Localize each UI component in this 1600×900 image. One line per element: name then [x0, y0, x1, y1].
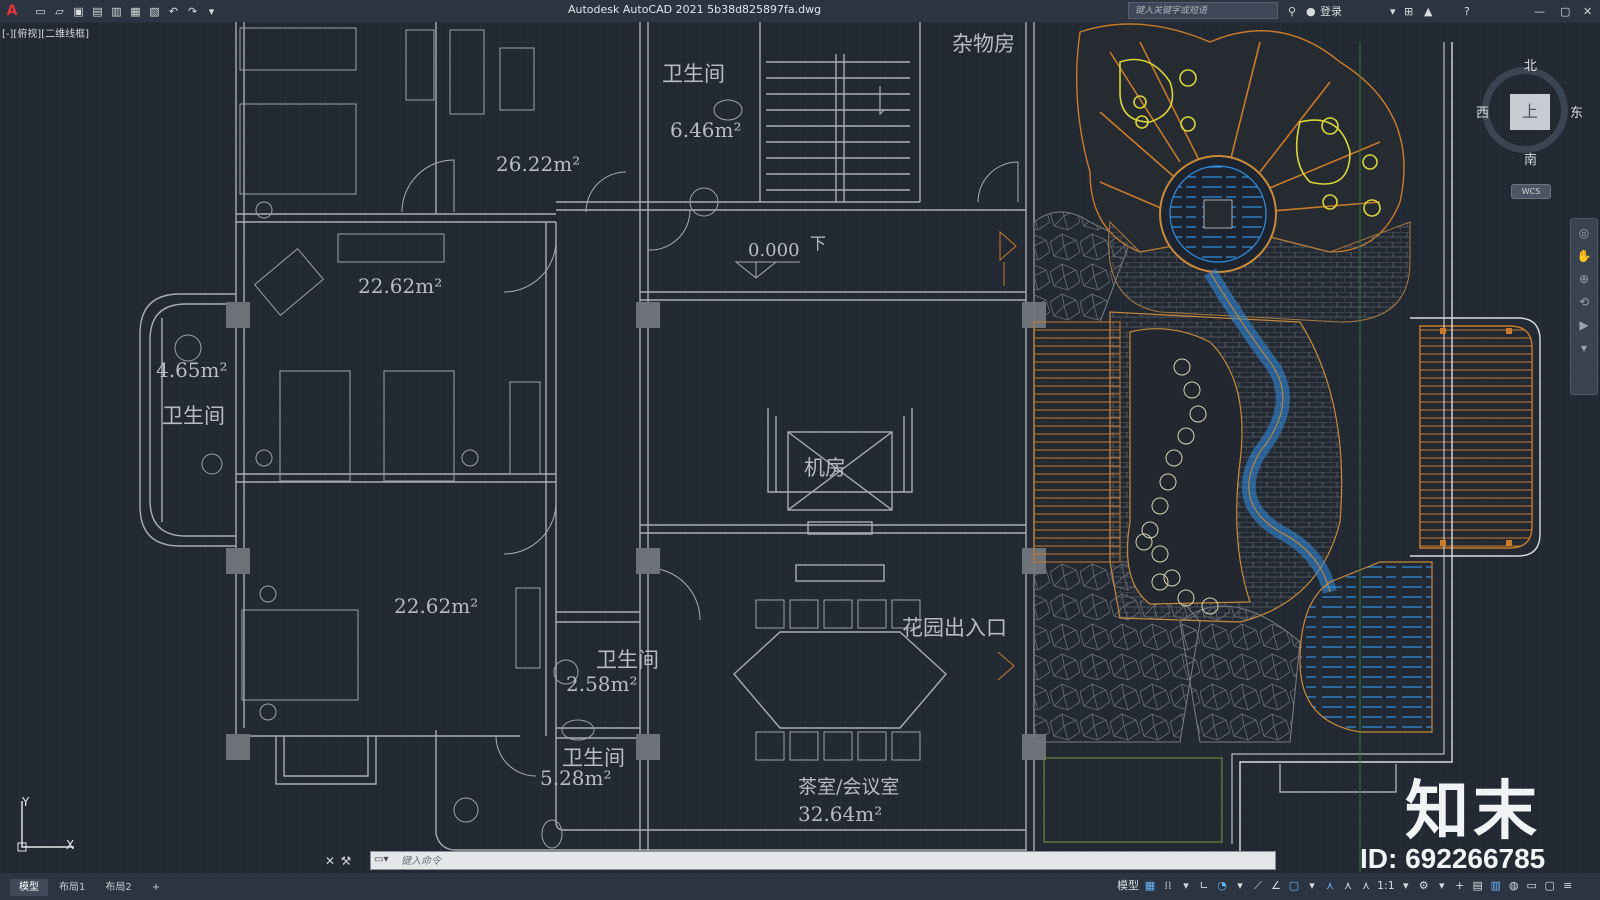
- room-area-bedroom-north: 26.22m²: [496, 152, 581, 176]
- title-bar: A ▭ ▱ ▣ ▤ ▥ ▦ ▧ ↶ ↷ ▾ Autodesk AutoCAD 2…: [0, 0, 1600, 22]
- restore-window-icon[interactable]: ▢: [1560, 2, 1570, 20]
- polar-tracking-icon[interactable]: ◔: [1214, 877, 1230, 895]
- pan-icon[interactable]: ✋: [1575, 247, 1593, 265]
- login-link[interactable]: 登录: [1320, 2, 1342, 20]
- new-file-icon[interactable]: ▭: [32, 3, 49, 19]
- model-space-button[interactable]: 模型: [1116, 877, 1140, 895]
- room-area-bathroom-small: 2.58m²: [566, 672, 638, 696]
- save-as-icon[interactable]: ▤: [89, 3, 106, 19]
- compass-west-label[interactable]: 西: [1476, 102, 1489, 121]
- room-area-bedroom-south: 22.62m²: [394, 594, 479, 618]
- compass-north-label[interactable]: 北: [1524, 55, 1537, 74]
- workspace-gear-icon[interactable]: ⚙: [1416, 877, 1432, 895]
- object-snap-tracking-icon[interactable]: ∠: [1268, 877, 1284, 895]
- annotation-scale-icon[interactable]: ⋏: [1358, 877, 1374, 895]
- navbar-settings-icon[interactable]: ▾: [1575, 339, 1593, 357]
- save-icon[interactable]: ▣: [70, 3, 87, 19]
- viewcube[interactable]: 北 西 东 南 上: [1476, 55, 1583, 168]
- command-customize-icon[interactable]: ⚒: [338, 853, 354, 869]
- window-title: Autodesk AutoCAD 2021 5b38d825897fa.dwg: [568, 3, 822, 16]
- room-area-bathroom-north: 6.46m²: [670, 118, 742, 142]
- compass-east-label[interactable]: 东: [1570, 102, 1583, 121]
- room-label-garden-entrance: 花园出入口: [902, 616, 1007, 640]
- search-icon[interactable]: ⚲: [1288, 2, 1296, 20]
- isodraft-icon[interactable]: ⟋: [1250, 877, 1266, 895]
- ortho-icon[interactable]: ∟: [1196, 877, 1212, 895]
- tab-layout1[interactable]: 布局1: [50, 879, 94, 896]
- snap-dropdown-icon[interactable]: ▾: [1178, 877, 1194, 895]
- steering-wheel-icon[interactable]: ◎: [1575, 224, 1593, 242]
- close-window-icon[interactable]: ✕: [1583, 2, 1592, 20]
- room-label-tea-room: 茶室/会议室: [798, 776, 900, 798]
- command-recent-icon[interactable]: ▭▾: [374, 854, 396, 867]
- ucs-y-label: Y: [22, 795, 30, 809]
- viewport-controls[interactable]: [-][俯视][二维线框]: [2, 25, 89, 40]
- navigation-bar: ◎ ✋ ⊕ ⟲ ▶ ▾: [1570, 218, 1598, 395]
- ucs-x-label: X: [66, 838, 75, 852]
- stair-down-label: 下: [810, 234, 827, 253]
- annotation-scale-value[interactable]: 1:1: [1376, 877, 1396, 895]
- scale-dropdown-icon[interactable]: ▾: [1398, 877, 1414, 895]
- showmotion-icon[interactable]: ▶: [1575, 316, 1593, 334]
- login-dropdown-icon[interactable]: ▾: [1390, 2, 1396, 20]
- wcs-menu[interactable]: WCS: [1511, 184, 1551, 199]
- qat-dropdown-icon[interactable]: ▾: [203, 3, 220, 19]
- customization-menu-icon[interactable]: ≡: [1560, 877, 1576, 895]
- quick-access-toolbar: ▭ ▱ ▣ ▤ ▥ ▦ ▧ ↶ ↷ ▾: [32, 3, 220, 19]
- workspace-dropdown-icon[interactable]: ▾: [1434, 877, 1450, 895]
- add-layout-button[interactable]: +: [143, 879, 169, 896]
- cart-icon[interactable]: ⊞: [1404, 2, 1413, 20]
- status-bar: 模型 布局1 布局2 + 模型 ▦ ⁞⁞ ▾ ∟ ◔ ▾ ⟋ ∠ ▢ ▾ ⋏ ⋏…: [0, 873, 1600, 900]
- redo-icon[interactable]: ↷: [184, 3, 201, 19]
- room-label-machine-room: 机房: [804, 456, 846, 480]
- watermark-logo: 知末: [1405, 775, 1541, 849]
- search-input[interactable]: 键入关键字或短语: [1128, 2, 1278, 19]
- tab-layout2[interactable]: 布局2: [96, 879, 140, 896]
- publish-icon[interactable]: ▦: [127, 3, 144, 19]
- compass-south-label[interactable]: 南: [1524, 149, 1537, 168]
- undo-icon[interactable]: ↶: [165, 3, 182, 19]
- room-area-tea-room: 32.64m²: [798, 802, 883, 826]
- annotation-visibility-icon[interactable]: ⋏: [1322, 877, 1338, 895]
- command-line: ✕ ⚒ 键入命令 ▭▾: [322, 851, 1276, 871]
- isolate-objects-icon[interactable]: ◍: [1506, 877, 1522, 895]
- annotation-monitor-icon[interactable]: +: [1452, 877, 1468, 895]
- clean-screen-icon[interactable]: ▢: [1542, 877, 1558, 895]
- command-input[interactable]: 键入命令: [370, 851, 1276, 870]
- hardware-acceleration-icon[interactable]: ▭: [1524, 877, 1540, 895]
- viewcube-top-face[interactable]: 上: [1510, 94, 1550, 130]
- status-tools: 模型 ▦ ⁞⁞ ▾ ∟ ◔ ▾ ⟋ ∠ ▢ ▾ ⋏ ⋏ ⋏ 1:1 ▾ ⚙ ▾ …: [1116, 877, 1576, 895]
- room-area-bathroom-west: 4.65m²: [156, 358, 228, 382]
- quick-properties-icon[interactable]: ▥: [1488, 877, 1504, 895]
- snap-icon[interactable]: ⁞⁞: [1160, 877, 1176, 895]
- zoom-extents-icon[interactable]: ⊕: [1575, 270, 1593, 288]
- orbit-icon[interactable]: ⟲: [1575, 293, 1593, 311]
- object-snap-icon[interactable]: ▢: [1286, 877, 1302, 895]
- command-close-icon[interactable]: ✕: [322, 853, 338, 869]
- plot-icon[interactable]: ▧: [146, 3, 163, 19]
- polar-dropdown-icon[interactable]: ▾: [1232, 877, 1248, 895]
- room-area-bedroom-middle: 22.62m²: [358, 274, 443, 298]
- room-area-bathroom-south: 5.28m²: [540, 766, 612, 790]
- tab-model[interactable]: 模型: [10, 879, 48, 896]
- room-label-bathroom-small: 卫生间: [596, 648, 659, 672]
- minimize-window-icon[interactable]: —: [1534, 2, 1545, 20]
- room-label-bathroom-west: 卫生间: [162, 404, 225, 428]
- autodesk-account-icon[interactable]: ▲: [1424, 2, 1432, 20]
- level-mark: 0.000: [748, 240, 800, 261]
- layout-tabs: 模型 布局1 布局2 +: [10, 879, 169, 896]
- osnap-dropdown-icon[interactable]: ▾: [1304, 877, 1320, 895]
- watermark-id: ID: 692266785: [1360, 843, 1546, 874]
- open-folder-icon[interactable]: ▱: [51, 3, 68, 19]
- room-label-storage: 杂物房: [952, 32, 1015, 56]
- help-icon[interactable]: ?: [1464, 2, 1470, 20]
- open-sheet-icon[interactable]: ▥: [108, 3, 125, 19]
- drawing-canvas[interactable]: [0, 22, 1600, 879]
- auto-scale-icon[interactable]: ⋏: [1340, 877, 1356, 895]
- room-label-bathroom-north: 卫生间: [662, 62, 725, 86]
- units-icon[interactable]: ▤: [1470, 877, 1486, 895]
- user-icon[interactable]: ●: [1306, 2, 1316, 20]
- autocad-logo-icon[interactable]: A: [2, 1, 22, 21]
- grid-icon[interactable]: ▦: [1142, 877, 1158, 895]
